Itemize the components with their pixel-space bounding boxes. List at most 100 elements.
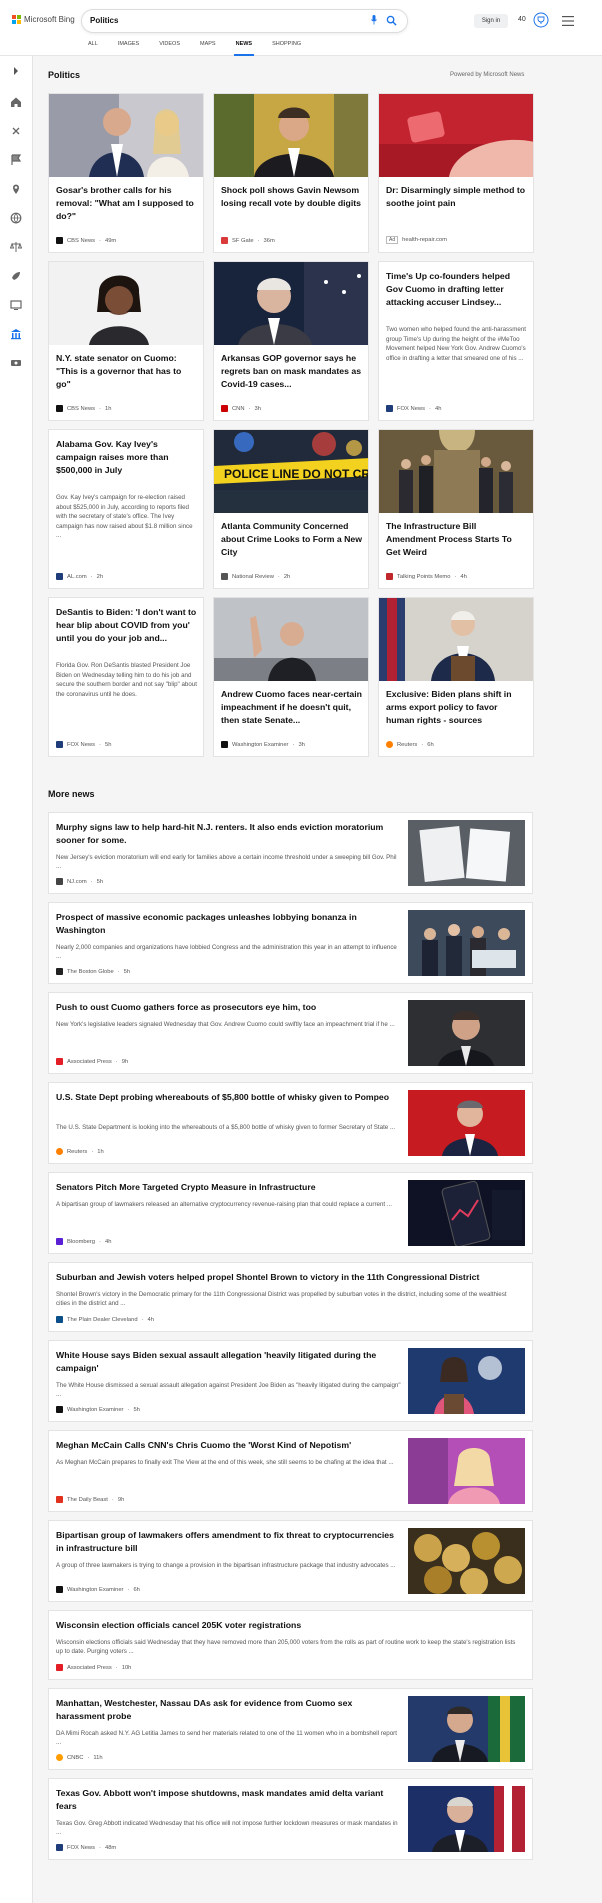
news-image [214,94,368,177]
scales-icon[interactable] [10,241,22,253]
news-card[interactable]: Gosar's brother calls for his removal: "… [48,93,204,253]
card-title[interactable]: N.Y. state senator on Cuomo: "This is a … [56,352,198,390]
item-source: Associated Press · 9h [56,1058,128,1065]
hamburger-menu-icon[interactable] [562,16,574,26]
tab-shopping[interactable]: SHOPPING [272,41,301,56]
item-title[interactable]: Meghan McCain Calls CNN's Chris Cuomo th… [56,1439,401,1452]
news-card[interactable]: Andrew Cuomo faces near-certain impeachm… [213,597,369,757]
item-title[interactable]: Prospect of massive economic packages un… [56,911,401,936]
tab-news[interactable]: NEWS [233,41,254,56]
card-title[interactable]: Gosar's brother calls for his removal: "… [56,184,198,222]
item-title[interactable]: Texas Gov. Abbott won't impose shutdowns… [56,1787,401,1812]
card-source: FOX News · 5h [56,741,111,748]
item-source: The Daily Beast · 9h [56,1496,124,1503]
news-card[interactable]: N.Y. state senator on Cuomo: "This is a … [48,261,204,421]
source-logo-icon [56,1844,63,1851]
news-card[interactable]: Shock poll shows Gavin Newsom losing rec… [213,93,369,253]
card-source: National Review · 2h [221,573,290,580]
card-snippet: Gov. Kay Ivey's campaign for re-election… [56,494,193,539]
news-list-item[interactable]: Wisconsin election officials cancel 205K… [48,1610,533,1680]
search-box[interactable]: Politics [82,10,407,32]
svg-text:POLICE LINE DO NOT CROSS: POLICE LINE DO NOT CROSS [224,467,369,481]
item-image [408,1000,525,1066]
news-card[interactable]: Exclusive: Biden plans shift in arms exp… [378,597,534,757]
news-list-item[interactable]: Suburban and Jewish voters helped propel… [48,1262,533,1332]
source-logo-icon [221,237,228,244]
home-icon[interactable] [10,96,22,108]
item-image [408,1348,525,1414]
card-title[interactable]: Time's Up co-founders helped Gov Cuomo i… [386,270,528,308]
news-card[interactable]: Time's Up co-founders helped Gov Cuomo i… [378,261,534,421]
news-list-item[interactable]: Murphy signs law to help hard-hit N.J. r… [48,812,533,894]
rewards-trophy-icon[interactable] [533,12,549,28]
tab-maps[interactable]: MAPS [200,41,216,56]
card-title[interactable]: Arkansas GOP governor says he regrets ba… [221,352,363,390]
powered-by-label: Powered by Microsoft News [450,72,525,78]
card-title[interactable]: Atlanta Community Concerned about Crime … [221,520,363,558]
expand-chevron-icon[interactable] [10,65,22,77]
news-card[interactable]: The Infrastructure Bill Amendment Proces… [378,429,534,589]
tab-all[interactable]: ALL [88,41,98,56]
news-card[interactable]: Alabama Gov. Kay Ivey's campaign raises … [48,429,204,589]
news-image [214,262,368,345]
tab-images[interactable]: IMAGES [118,41,139,56]
item-title[interactable]: Murphy signs law to help hard-hit N.J. r… [56,821,401,846]
item-title[interactable]: Push to oust Cuomo gathers force as pros… [56,1001,401,1014]
news-list-item[interactable]: Meghan McCain Calls CNN's Chris Cuomo th… [48,1430,533,1512]
microphone-icon[interactable] [371,15,377,25]
card-title[interactable]: Alabama Gov. Kay Ivey's campaign raises … [56,438,198,476]
item-title[interactable]: U.S. State Dept probing whereabouts of $… [56,1091,401,1104]
more-news-title: More news [48,789,95,799]
news-list-item[interactable]: U.S. State Dept probing whereabouts of $… [48,1082,533,1164]
news-card[interactable]: Arkansas GOP governor says he regrets ba… [213,261,369,421]
tv-icon[interactable] [10,299,22,311]
search-icon[interactable] [386,15,397,26]
news-list-item[interactable]: Push to oust Cuomo gathers force as pros… [48,992,533,1074]
item-snippet: Shontel Brown's victory in the Democrati… [56,1291,507,1307]
news-list-item[interactable]: Manhattan, Westchester, Nassau DAs ask f… [48,1688,533,1770]
item-snippet: A bipartisan group of lawmakers released… [56,1201,393,1208]
item-source: Associated Press · 10h [56,1664,131,1671]
item-title[interactable]: White House says Biden sexual assault al… [56,1349,401,1374]
search-query[interactable]: Politics [90,16,118,25]
news-card[interactable]: Dr: Disarmingly simple method to soothe … [378,93,534,253]
news-list-item[interactable]: Prospect of massive economic packages un… [48,902,533,984]
news-list-item[interactable]: Senators Pitch More Targeted Crypto Meas… [48,1172,533,1254]
tab-videos[interactable]: VIDEOS [159,41,180,56]
news-list-item[interactable]: Bipartisan group of lawmakers offers ame… [48,1520,533,1602]
flag-icon[interactable] [10,154,22,166]
item-image [408,910,525,976]
news-list-item[interactable]: White House says Biden sexual assault al… [48,1340,533,1422]
item-source: NJ.com · 5h [56,878,103,885]
item-title[interactable]: Wisconsin election officials cancel 205K… [56,1619,521,1632]
news-list-item[interactable]: Texas Gov. Abbott won't impose shutdowns… [48,1778,533,1860]
card-title[interactable]: Shock poll shows Gavin Newsom losing rec… [221,184,363,210]
money-icon[interactable] [10,357,22,369]
card-title[interactable]: The Infrastructure Bill Amendment Proces… [386,520,528,558]
source-logo-icon [56,741,63,748]
item-title[interactable]: Manhattan, Westchester, Nassau DAs ask f… [56,1697,401,1722]
sparkle-icon[interactable] [10,125,22,137]
sign-in-button[interactable]: Sign in [474,14,508,28]
item-source: FOX News · 48m [56,1844,116,1851]
item-title[interactable]: Senators Pitch More Targeted Crypto Meas… [56,1181,401,1194]
rocket-icon[interactable] [10,270,22,282]
item-title[interactable]: Bipartisan group of lawmakers offers ame… [56,1529,401,1554]
item-title[interactable]: Suburban and Jewish voters helped propel… [56,1271,521,1284]
source-logo-icon [56,405,63,412]
card-title[interactable]: DeSantis to Biden: 'I don't want to hear… [56,606,198,644]
news-card[interactable]: DeSantis to Biden: 'I don't want to hear… [48,597,204,757]
item-image [408,1438,525,1504]
rewards-points[interactable]: 40 [518,16,526,23]
location-pin-icon[interactable] [10,183,22,195]
politics-building-icon[interactable] [10,328,22,340]
item-snippet: Texas Gov. Greg Abbott indicated Wednesd… [56,1820,398,1836]
news-card[interactable]: POLICE LINE DO NOT CROSS Atlanta Communi… [213,429,369,589]
bing-logo[interactable]: Microsoft Bing [12,15,75,24]
card-title[interactable]: Andrew Cuomo faces near-certain impeachm… [221,688,363,726]
card-title[interactable]: Dr: Disarmingly simple method to soothe … [386,184,528,210]
source-logo-icon [386,573,393,580]
globe-icon[interactable] [10,212,22,224]
source-logo-icon [386,741,393,748]
card-title[interactable]: Exclusive: Biden plans shift in arms exp… [386,688,528,726]
